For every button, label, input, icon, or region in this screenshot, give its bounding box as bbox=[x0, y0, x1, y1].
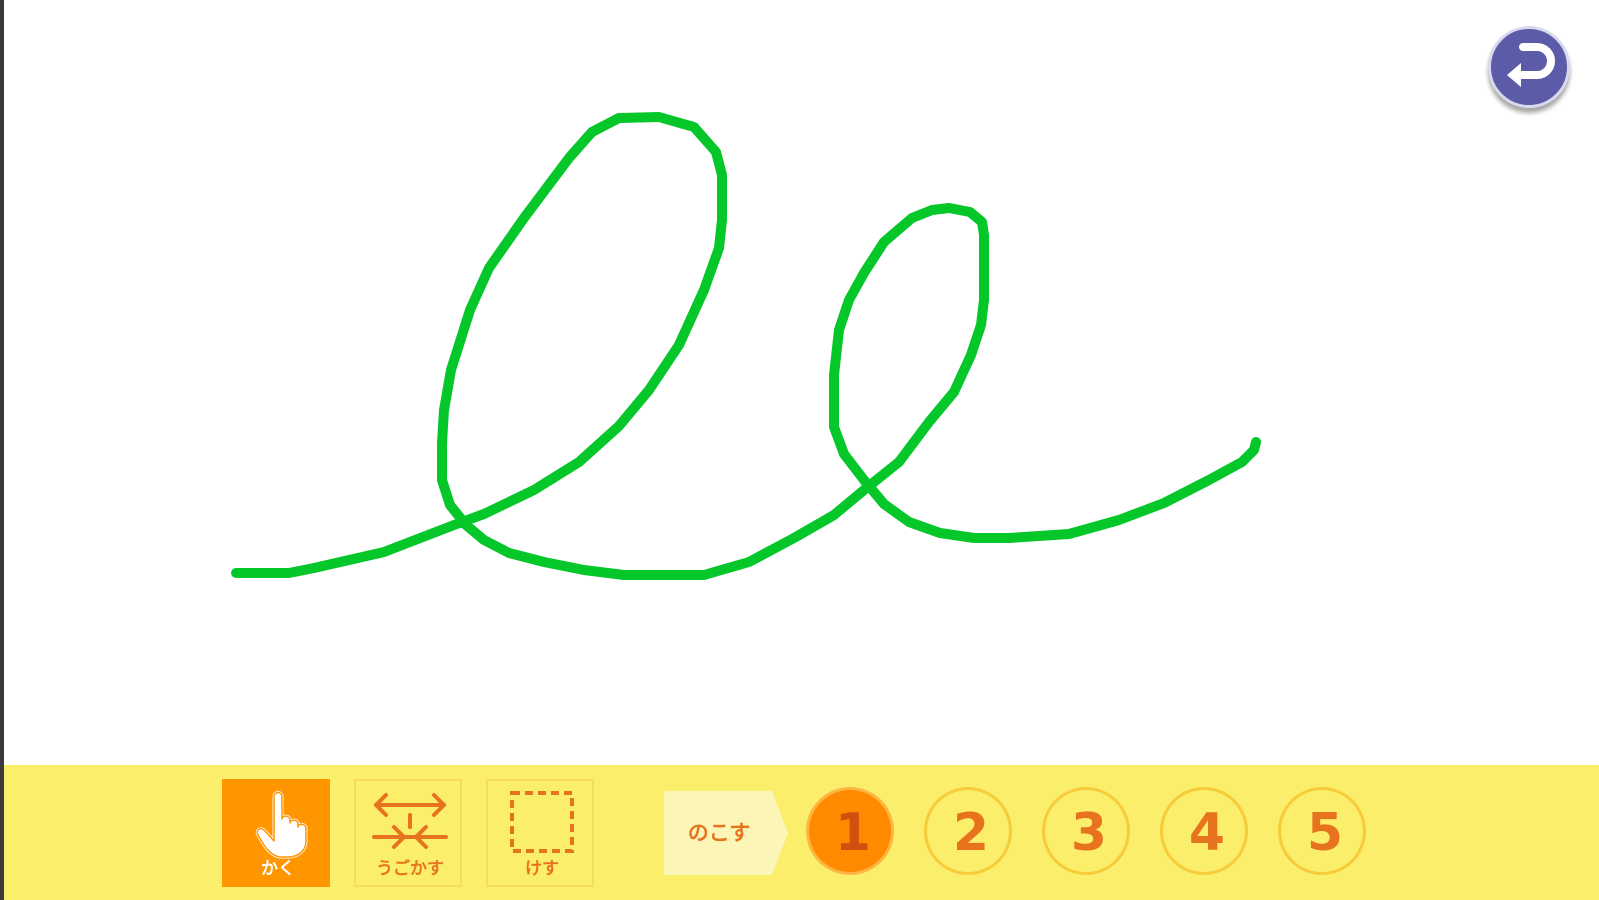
move-arrows-icon bbox=[372, 793, 448, 849]
draw-tool-button[interactable]: かく bbox=[222, 779, 330, 887]
drawing-canvas[interactable] bbox=[4, 0, 1599, 765]
slot-number: 4 bbox=[1188, 803, 1226, 863]
slot-number: 2 bbox=[952, 803, 990, 863]
draw-tool-label: かく bbox=[261, 859, 295, 879]
pointing-hand-icon bbox=[255, 791, 308, 859]
move-tool-label: うごかす bbox=[376, 859, 444, 879]
move-tool-button[interactable]: うごかす bbox=[354, 779, 462, 887]
erase-tool-label: けす bbox=[525, 859, 559, 879]
bottom-toolbar: かく うごかす けす のこす 1 2 3 4 5 bbox=[4, 765, 1599, 900]
keep-label: のこす bbox=[687, 821, 751, 845]
slot-number: 5 bbox=[1306, 803, 1344, 863]
save-slot-1[interactable]: 1 bbox=[806, 787, 894, 875]
drawn-stroke bbox=[231, 112, 1261, 580]
erase-tool-button[interactable]: けす bbox=[486, 779, 594, 887]
save-slot-5[interactable]: 5 bbox=[1278, 787, 1366, 875]
drawing-app: かく うごかす けす のこす 1 2 3 4 5 bbox=[0, 0, 1599, 900]
save-slot-4[interactable]: 4 bbox=[1160, 787, 1248, 875]
return-arrow-icon bbox=[1507, 43, 1555, 87]
save-slot-2[interactable]: 2 bbox=[924, 787, 1012, 875]
slot-number: 3 bbox=[1070, 803, 1108, 863]
slot-number: 1 bbox=[834, 803, 872, 863]
save-slot-3[interactable]: 3 bbox=[1042, 787, 1130, 875]
keep-button[interactable]: のこす bbox=[664, 791, 788, 875]
back-button[interactable] bbox=[1488, 26, 1570, 108]
dashed-square-icon bbox=[510, 791, 574, 853]
drawing-surface bbox=[231, 112, 1261, 580]
